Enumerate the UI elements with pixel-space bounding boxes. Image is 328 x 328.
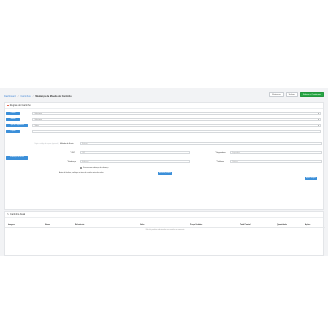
save-continue-button[interactable]: Salvar e Continuar: [299, 92, 324, 97]
same-address-check[interactable]: Usar mesmo endereço de cobrança: [80, 167, 108, 169]
select-value: Todos: [34, 125, 39, 127]
current-cart-panel: ✎ Carrinho Atual Imagem Nome Referência …: [4, 211, 325, 256]
currency-select[interactable]: Selecionar ▾: [32, 117, 321, 122]
panel-header: Regras do Carrinho: [5, 103, 323, 109]
payment-row: Tipo de Pagamento Todos ▾: [6, 123, 323, 128]
back-button[interactable]: Retornar: [269, 92, 284, 97]
column-header: Referência: [75, 224, 85, 226]
note-line: Antes de finalizar, verifique os itens d…: [59, 173, 104, 174]
chevron-down-icon: ▾: [318, 118, 319, 121]
phone-label: * Telefone: [216, 161, 224, 163]
column-header: Valor: [140, 224, 145, 226]
breadcrumb-separator: /: [32, 94, 34, 98]
zip-label: * CEP: [70, 152, 75, 154]
coupon-placeholder: Digite o código do cupom (opcional): [34, 143, 59, 145]
currency-label-button[interactable]: Moeda: [6, 117, 20, 122]
toolbar: Retornar Salvar Salvar e Continuar: [269, 92, 324, 97]
apply-rules-button[interactable]: Aplicar Regras: [305, 177, 317, 181]
insurer-label: * Seguradora: [215, 152, 226, 154]
customer-row: Cliente Selecionar ▾: [6, 111, 323, 116]
phone-input[interactable]: Telefone: [230, 160, 322, 164]
column-header: Quantidade: [277, 224, 287, 226]
shipping-method-label: Método de Envio: [60, 143, 74, 145]
select-value: Nenhum: [82, 144, 88, 145]
empty-table-message: Não há produtos adicionados ao carrinho …: [145, 230, 185, 231]
payment-select[interactable]: Todos ▾: [32, 123, 321, 128]
shipping-method-select[interactable]: Nenhum: [80, 142, 322, 146]
select-value: Selecionar: [34, 119, 43, 121]
pencil-icon: ✎: [7, 213, 10, 216]
address-input[interactable]: Endereço: [80, 160, 190, 164]
shipping-address-button[interactable]: Endereço de Envio: [6, 156, 28, 160]
address-label: * Endereço: [67, 161, 76, 163]
breadcrumb-separator: /: [17, 94, 19, 98]
column-header: Ações: [305, 224, 311, 226]
note-text: Antes de finalizar, verifique os itens d…: [59, 173, 104, 174]
breadcrumb-item-carts[interactable]: Carrinhos: [20, 95, 30, 98]
insurer-input[interactable]: Seguradora: [230, 151, 322, 155]
customer-label-button[interactable]: Cliente: [6, 111, 20, 116]
add-product-button[interactable]: Adicionar produto: [158, 172, 172, 176]
breadcrumb-current: Mudança de Moeda do Carrinho: [35, 94, 72, 98]
coupon-row: Cupom Digite o código do cupom (opcional…: [6, 129, 323, 145]
chevron-down-icon: ▾: [318, 124, 319, 127]
table-header: Imagem Nome Referência Valor Preço Unitá…: [5, 224, 325, 228]
coupon-input[interactable]: Digite o código do cupom (opcional): [32, 129, 321, 145]
column-header: Imagem: [8, 224, 15, 226]
chevron-down-icon: ▾: [318, 112, 319, 115]
breadcrumb: Dashboard / Carrinhos / Mudança de Moeda…: [4, 95, 72, 98]
insurer-placeholder: Seguradora: [232, 153, 240, 154]
column-header: Preço Unitário: [190, 224, 203, 226]
column-header: Nome: [45, 224, 50, 226]
panel2-header: ✎ Carrinho Atual: [5, 212, 323, 218]
coupon-label-button[interactable]: Cupom: [6, 129, 20, 134]
zip-input[interactable]: CEP: [80, 151, 190, 155]
cart-rules-panel: Regras do Carrinho Cliente Selecionar ▾ …: [4, 102, 324, 210]
top-bar: Dashboard / Carrinhos / Mudança de Moeda…: [4, 91, 324, 101]
currency-row: Moeda Selecionar ▾: [6, 117, 323, 122]
select-value: Selecionar: [34, 113, 43, 115]
payment-label-button[interactable]: Tipo de Pagamento: [6, 123, 28, 128]
address-placeholder: Endereço: [82, 162, 89, 163]
app-window: Dashboard / Carrinhos / Mudança de Moeda…: [0, 88, 328, 256]
zip-placeholder: CEP: [82, 153, 86, 154]
breadcrumb-item-dashboard[interactable]: Dashboard: [4, 95, 16, 98]
customer-select[interactable]: Selecionar ▾: [32, 111, 321, 116]
phone-placeholder: Telefone: [232, 162, 238, 163]
bullet-icon: [7, 104, 9, 107]
checkbox-label: Usar mesmo endereço de cobrança: [83, 167, 109, 169]
panel2-title: Carrinho Atual: [10, 213, 26, 216]
save-button[interactable]: Salvar: [285, 92, 298, 97]
checkbox[interactable]: [80, 167, 82, 169]
column-header: Total Parcial: [240, 224, 251, 226]
panel-title: Regras do Carrinho: [9, 104, 31, 107]
